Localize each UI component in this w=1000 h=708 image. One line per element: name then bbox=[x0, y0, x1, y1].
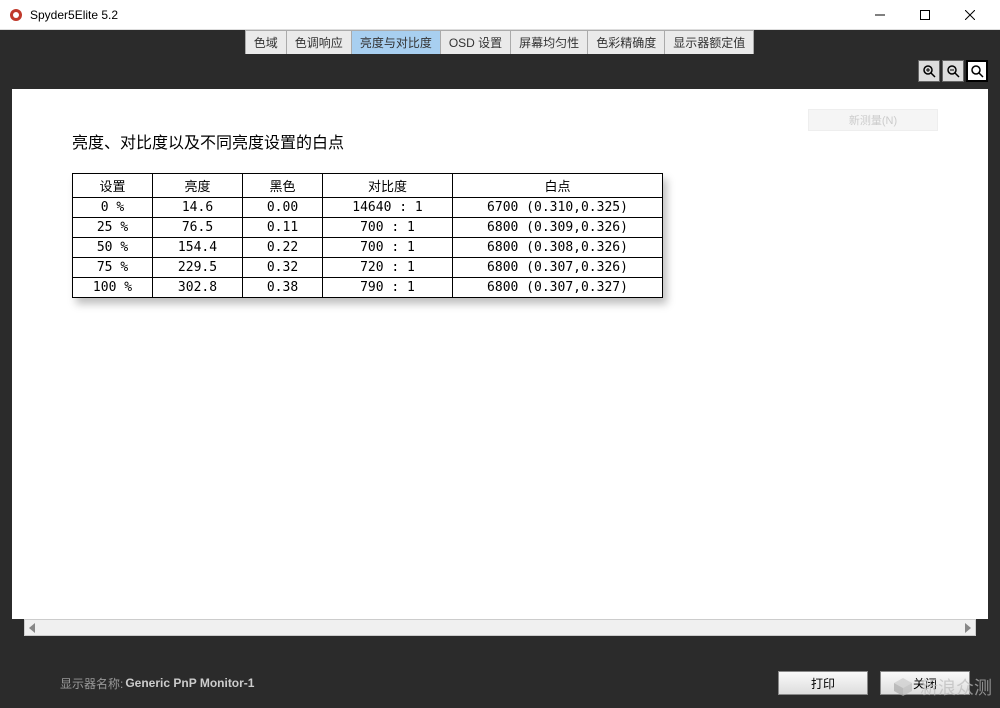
toolbar-band bbox=[0, 54, 1000, 89]
footer: 显示器名称: Generic PnP Monitor-1 打印 关闭 bbox=[0, 658, 1000, 708]
table-row: 0 %14.60.0014640 : 16700 (0.310,0.325) bbox=[73, 198, 663, 218]
cell-whitepoint: 6700 (0.310,0.325) bbox=[453, 198, 663, 218]
tab-monitor-rating[interactable]: 显示器额定值 bbox=[664, 30, 754, 54]
header-black: 黑色 bbox=[243, 174, 323, 198]
close-button[interactable] bbox=[947, 1, 992, 29]
cell-whitepoint: 6800 (0.307,0.327) bbox=[453, 278, 663, 298]
measurement-table: 设置 亮度 黑色 对比度 白点 0 %14.60.0014640 : 16700… bbox=[72, 173, 663, 298]
tabs-row: 色域 色调响应 亮度与对比度 OSD 设置 屏幕均匀性 色彩精确度 显示器额定值 bbox=[0, 30, 1000, 54]
cell-contrast: 14640 : 1 bbox=[323, 198, 453, 218]
header-setting: 设置 bbox=[73, 174, 153, 198]
header-contrast: 对比度 bbox=[323, 174, 453, 198]
titlebar: Spyder5Elite 5.2 bbox=[0, 0, 1000, 30]
cell-whitepoint: 6800 (0.307,0.326) bbox=[453, 258, 663, 278]
cell-brightness: 14.6 bbox=[153, 198, 243, 218]
cell-brightness: 229.5 bbox=[153, 258, 243, 278]
tab-uniformity[interactable]: 屏幕均匀性 bbox=[510, 30, 588, 54]
cell-contrast: 790 : 1 bbox=[323, 278, 453, 298]
horizontal-scrollbar[interactable] bbox=[24, 619, 976, 636]
table-row: 100 %302.80.38790 : 16800 (0.307,0.327) bbox=[73, 278, 663, 298]
zoom-tools bbox=[918, 60, 988, 82]
tab-osd-settings[interactable]: OSD 设置 bbox=[440, 30, 511, 54]
window-title: Spyder5Elite 5.2 bbox=[30, 8, 857, 22]
minimize-button[interactable] bbox=[857, 1, 902, 29]
content-wrap: 新测量(N) 亮度、对比度以及不同亮度设置的白点 设置 亮度 黑色 对比度 白点… bbox=[0, 89, 1000, 636]
table-row: 75 %229.50.32720 : 16800 (0.307,0.326) bbox=[73, 258, 663, 278]
cell-brightness: 302.8 bbox=[153, 278, 243, 298]
tab-brightness-contrast[interactable]: 亮度与对比度 bbox=[351, 30, 441, 54]
window-controls bbox=[857, 1, 992, 29]
cell-contrast: 720 : 1 bbox=[323, 258, 453, 278]
cell-setting: 75 % bbox=[73, 258, 153, 278]
header-brightness: 亮度 bbox=[153, 174, 243, 198]
zoom-out-button[interactable] bbox=[942, 60, 964, 82]
close-app-button[interactable]: 关闭 bbox=[880, 671, 970, 695]
section-heading: 亮度、对比度以及不同亮度设置的白点 bbox=[72, 129, 928, 153]
monitor-name-value: Generic PnP Monitor-1 bbox=[125, 676, 254, 690]
cell-contrast: 700 : 1 bbox=[323, 238, 453, 258]
header-whitepoint: 白点 bbox=[453, 174, 663, 198]
table-row: 25 %76.50.11700 : 16800 (0.309,0.326) bbox=[73, 218, 663, 238]
cell-setting: 0 % bbox=[73, 198, 153, 218]
cell-whitepoint: 6800 (0.308,0.326) bbox=[453, 238, 663, 258]
zoom-fit-button[interactable] bbox=[966, 60, 988, 82]
cell-black: 0.38 bbox=[243, 278, 323, 298]
cell-black: 0.32 bbox=[243, 258, 323, 278]
cell-contrast: 700 : 1 bbox=[323, 218, 453, 238]
cell-whitepoint: 6800 (0.309,0.326) bbox=[453, 218, 663, 238]
cell-setting: 100 % bbox=[73, 278, 153, 298]
tab-tone-response[interactable]: 色调响应 bbox=[286, 30, 352, 54]
cell-black: 0.11 bbox=[243, 218, 323, 238]
monitor-name-label: 显示器名称: bbox=[60, 675, 123, 692]
cell-brightness: 76.5 bbox=[153, 218, 243, 238]
content-panel: 新测量(N) 亮度、对比度以及不同亮度设置的白点 设置 亮度 黑色 对比度 白点… bbox=[12, 89, 988, 619]
cell-black: 0.00 bbox=[243, 198, 323, 218]
table-header-row: 设置 亮度 黑色 对比度 白点 bbox=[73, 174, 663, 198]
cell-setting: 25 % bbox=[73, 218, 153, 238]
cell-black: 0.22 bbox=[243, 238, 323, 258]
print-button[interactable]: 打印 bbox=[778, 671, 868, 695]
new-measurement-button: 新测量(N) bbox=[808, 109, 938, 131]
app-icon bbox=[8, 7, 24, 23]
tab-gamut[interactable]: 色域 bbox=[245, 30, 287, 54]
zoom-in-button[interactable] bbox=[918, 60, 940, 82]
cell-setting: 50 % bbox=[73, 238, 153, 258]
cell-brightness: 154.4 bbox=[153, 238, 243, 258]
tab-color-accuracy[interactable]: 色彩精确度 bbox=[587, 30, 665, 54]
maximize-button[interactable] bbox=[902, 1, 947, 29]
table-row: 50 %154.40.22700 : 16800 (0.308,0.326) bbox=[73, 238, 663, 258]
app-body: 色域 色调响应 亮度与对比度 OSD 设置 屏幕均匀性 色彩精确度 显示器额定值… bbox=[0, 30, 1000, 708]
